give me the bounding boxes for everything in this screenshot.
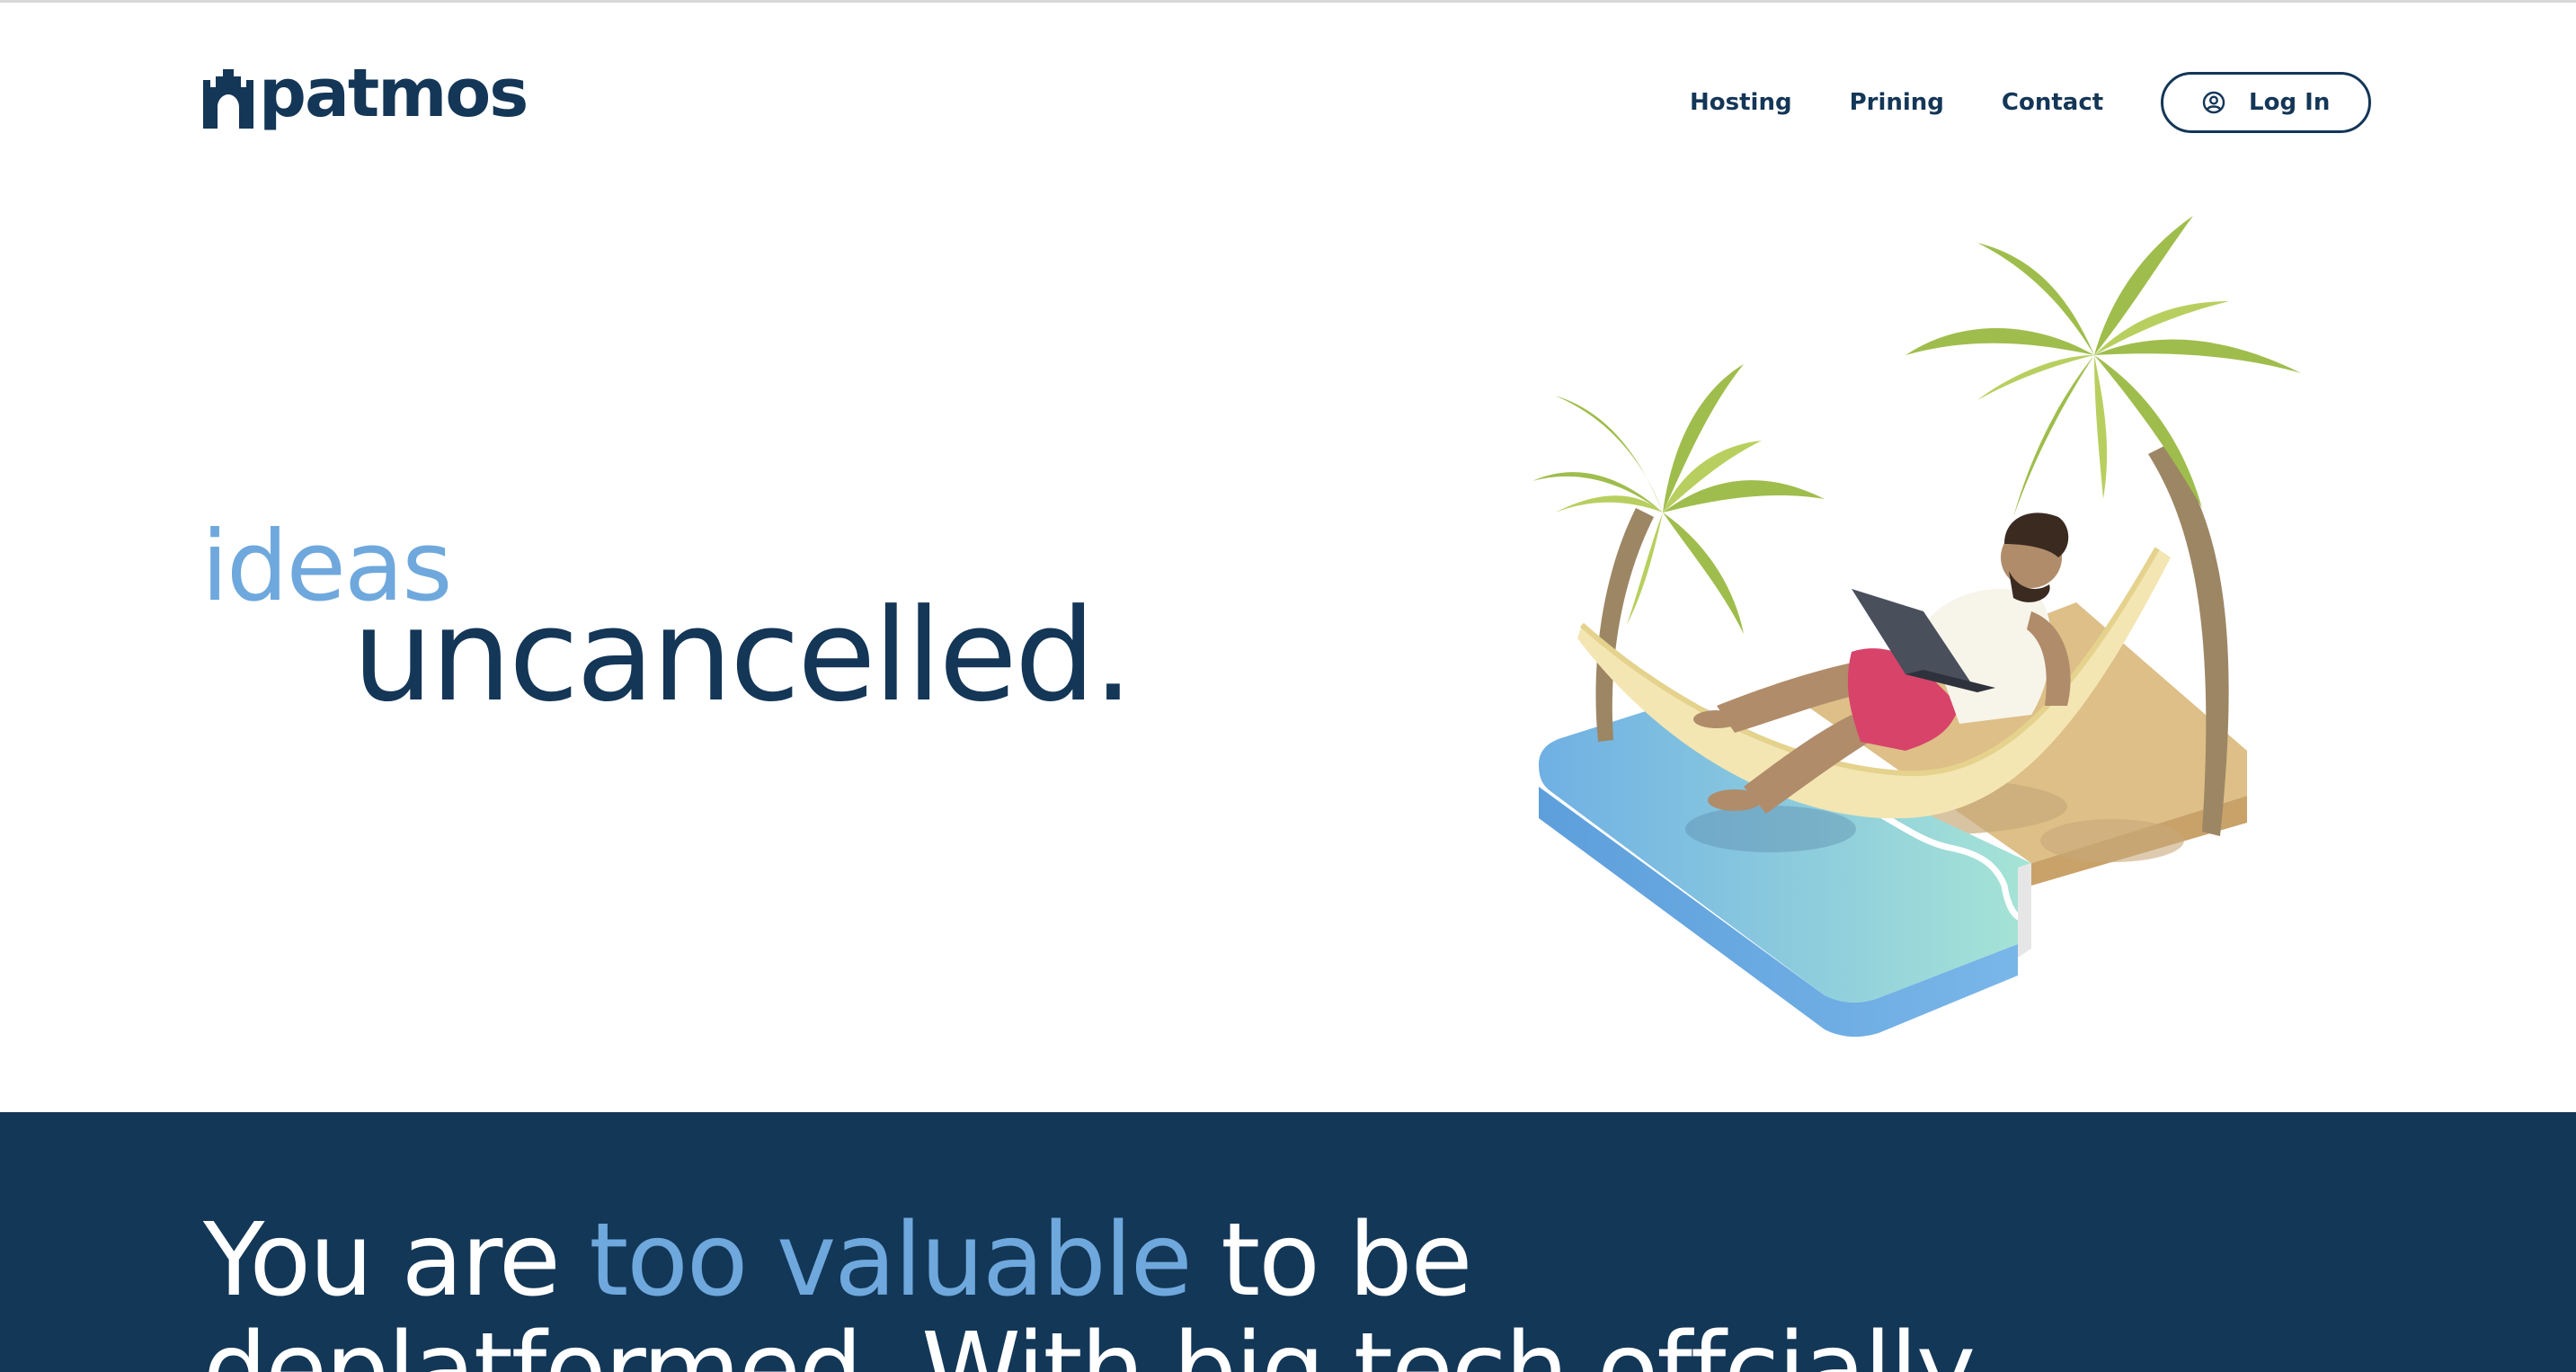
brand-name: patmos [259,55,529,132]
band-line1-prefix: You are [203,1202,590,1319]
hero-word-uncancelled: uncancelled. [352,582,1133,730]
band-headline-line2: deplatformed. With big tech offcially [203,1312,1976,1372]
nav-link-contact[interactable]: Contact [2002,89,2103,116]
value-proposition-band: You are too valuable to be deplatformed.… [0,1112,2576,1372]
nav-link-hosting[interactable]: Hosting [1690,89,1792,116]
castle-gate-icon [203,69,253,129]
beach-hammock-illustration [1532,216,2301,1038]
login-button[interactable]: Log In [2161,72,2372,133]
user-circle-icon [2202,91,2225,114]
patmos-logo[interactable]: patmos [203,58,529,135]
login-label: Log In [2249,89,2331,116]
band-line1-suffix: to be [1190,1202,1472,1319]
nav-link-prining[interactable]: Prining [1850,89,1944,116]
band-headline-line1: You are too valuable to be [203,1202,1472,1319]
band-line1-accent: too valuable [589,1202,1192,1319]
top-border [0,0,2576,3]
top-navigation: Hosting Prining Contact Log In [1690,70,2372,135]
